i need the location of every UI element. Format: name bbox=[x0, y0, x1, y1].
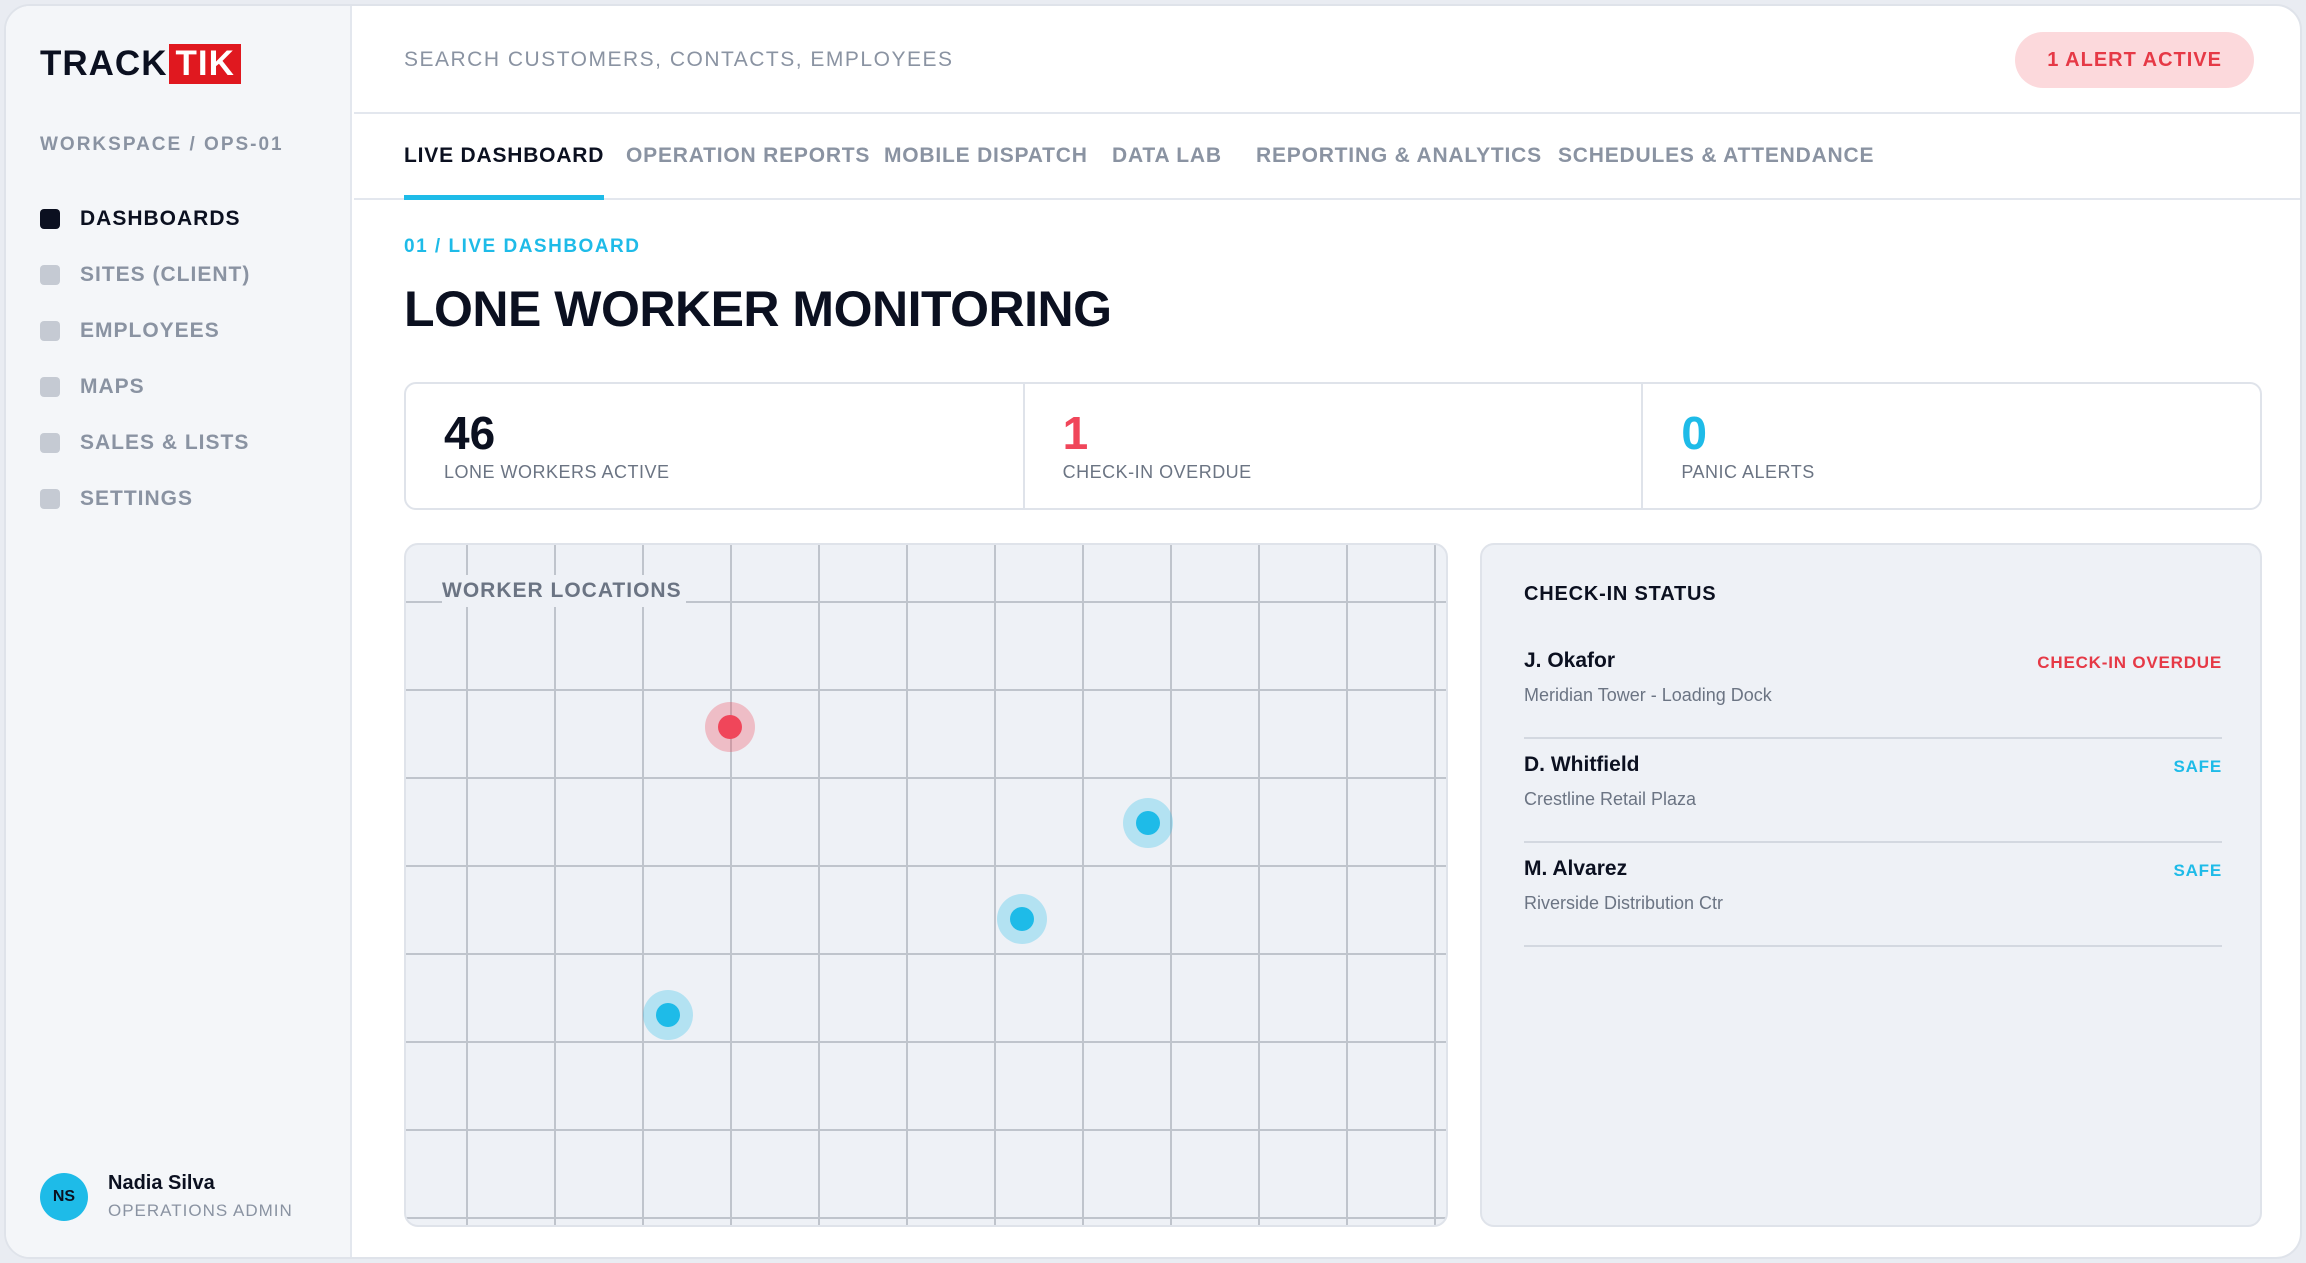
worker-locations-map[interactable]: WORKER LOCATIONS bbox=[404, 543, 1448, 1227]
sidebar-item-label: MAPS bbox=[80, 375, 145, 398]
sidebar-item-dashboards[interactable]: DASHBOARDS bbox=[40, 191, 330, 247]
settings-icon bbox=[40, 489, 60, 509]
worker-pin-safe[interactable] bbox=[643, 990, 693, 1040]
sidebar-item-sales-lists[interactable]: SALES & LISTS bbox=[40, 415, 330, 471]
worker-site: Riverside Distribution Ctr bbox=[1524, 893, 1724, 913]
worker-pin-safe[interactable] bbox=[997, 894, 1047, 944]
page-title: LONE WORKER MONITORING bbox=[404, 281, 1112, 337]
worker-name: M. Alvarez bbox=[1524, 857, 1628, 880]
status-badge: SAFE bbox=[2173, 861, 2222, 880]
sidebar-item-label: SALES & LISTS bbox=[80, 431, 250, 454]
list-item[interactable]: J. Okafor Meridian Tower - Loading Dock … bbox=[1524, 635, 2222, 739]
worker-pin-safe[interactable] bbox=[1123, 798, 1173, 848]
top-bar: SEARCH CUSTOMERS, CONTACTS, EMPLOYEES 1 … bbox=[354, 6, 2300, 114]
worker-pin-overdue[interactable] bbox=[705, 702, 755, 752]
workspace-label: WORKSPACE / OPS-01 bbox=[40, 134, 284, 155]
tracktik-logo[interactable]: TRACK TIK bbox=[40, 44, 241, 84]
user-role: OPERATIONS ADMIN bbox=[108, 1201, 293, 1220]
list-item[interactable]: D. Whitfield Crestline Retail Plaza SAFE bbox=[1524, 739, 2222, 843]
stat-value: 46 bbox=[444, 407, 496, 459]
sidebar-item-settings[interactable]: SETTINGS bbox=[40, 471, 330, 527]
tab-data-lab[interactable]: DATA LAB bbox=[1112, 144, 1222, 200]
alert-badge[interactable]: 1 ALERT ACTIVE bbox=[2015, 32, 2254, 88]
sidebar-item-label: SETTINGS bbox=[80, 487, 194, 510]
status-badge: SAFE bbox=[2173, 757, 2222, 776]
sidebar-item-employees[interactable]: EMPLOYEES bbox=[40, 303, 330, 359]
worker-name: D. Whitfield bbox=[1524, 753, 1640, 776]
tab-schedules-attendance[interactable]: SCHEDULES & ATTENDANCE bbox=[1558, 144, 1874, 200]
status-badge: CHECK-IN OVERDUE bbox=[2037, 653, 2222, 672]
user-profile[interactable]: NS Nadia Silva OPERATIONS ADMIN bbox=[40, 1172, 293, 1221]
stat-label: PANIC ALERTS bbox=[1681, 462, 1815, 482]
sidebar-item-sites[interactable]: SITES (CLIENT) bbox=[40, 247, 330, 303]
tab-reporting-analytics[interactable]: REPORTING & ANALYTICS bbox=[1256, 144, 1542, 200]
worker-site: Crestline Retail Plaza bbox=[1524, 789, 1697, 809]
worker-name: J. Okafor bbox=[1524, 649, 1616, 672]
breadcrumb: 01 / LIVE DASHBOARD bbox=[404, 236, 641, 257]
sidebar-item-maps[interactable]: MAPS bbox=[40, 359, 330, 415]
list-item[interactable]: M. Alvarez Riverside Distribution Ctr SA… bbox=[1524, 843, 2222, 947]
pin-dot bbox=[656, 1003, 680, 1027]
checkin-list: J. Okafor Meridian Tower - Loading Dock … bbox=[1524, 635, 2222, 947]
stat-value: 1 bbox=[1062, 407, 1089, 459]
logo-text-tik: TIK bbox=[169, 44, 241, 84]
pin-dot bbox=[1010, 907, 1034, 931]
pin-dot bbox=[718, 715, 742, 739]
dashboards-icon bbox=[40, 209, 60, 229]
tab-mobile-dispatch[interactable]: MOBILE DISPATCH bbox=[884, 144, 1088, 200]
search-input[interactable]: SEARCH CUSTOMERS, CONTACTS, EMPLOYEES bbox=[404, 48, 953, 72]
user-name: Nadia Silva bbox=[108, 1172, 215, 1194]
sidebar-item-label: DASHBOARDS bbox=[80, 207, 241, 230]
tab-operation-reports[interactable]: OPERATION REPORTS bbox=[626, 144, 870, 200]
app-window: TRACK TIK WORKSPACE / OPS-01 DASHBOARDS … bbox=[4, 4, 2302, 1259]
sales-lists-icon bbox=[40, 433, 60, 453]
logo-text-track: TRACK bbox=[40, 44, 168, 83]
stats-strip: 46 LONE WORKERS ACTIVE 1 CHECK-IN OVERDU… bbox=[404, 382, 2262, 510]
panel-title: CHECK-IN STATUS bbox=[1524, 583, 1717, 605]
sidebar: TRACK TIK WORKSPACE / OPS-01 DASHBOARDS … bbox=[6, 6, 352, 1257]
employees-icon bbox=[40, 321, 60, 341]
sidebar-nav: DASHBOARDS SITES (CLIENT) EMPLOYEES MAPS… bbox=[40, 191, 330, 527]
maps-icon bbox=[40, 377, 60, 397]
stat-card-active: 46 LONE WORKERS ACTIVE bbox=[406, 384, 1025, 508]
stat-label: LONE WORKERS ACTIVE bbox=[444, 462, 670, 482]
sidebar-item-label: EMPLOYEES bbox=[80, 319, 220, 342]
stat-value: 0 bbox=[1681, 407, 1707, 459]
stat-card-panic: 0 PANIC ALERTS bbox=[1643, 384, 2260, 508]
tab-live-dashboard[interactable]: LIVE DASHBOARD bbox=[404, 144, 605, 200]
sites-icon bbox=[40, 265, 60, 285]
checkin-status-panel: CHECK-IN STATUS J. Okafor Meridian Tower… bbox=[1480, 543, 2262, 1227]
tab-bar: LIVE DASHBOARD OPERATION REPORTS MOBILE … bbox=[354, 116, 2300, 200]
sidebar-item-label: SITES (CLIENT) bbox=[80, 263, 251, 286]
pin-dot bbox=[1136, 811, 1160, 835]
worker-site: Meridian Tower - Loading Dock bbox=[1524, 685, 1772, 705]
avatar: NS bbox=[40, 1172, 88, 1221]
map-title: WORKER LOCATIONS bbox=[442, 575, 686, 607]
stat-card-overdue: 1 CHECK-IN OVERDUE bbox=[1025, 384, 1644, 508]
stat-label: CHECK-IN OVERDUE bbox=[1062, 462, 1252, 482]
user-info: Nadia Silva OPERATIONS ADMIN bbox=[108, 1172, 293, 1221]
